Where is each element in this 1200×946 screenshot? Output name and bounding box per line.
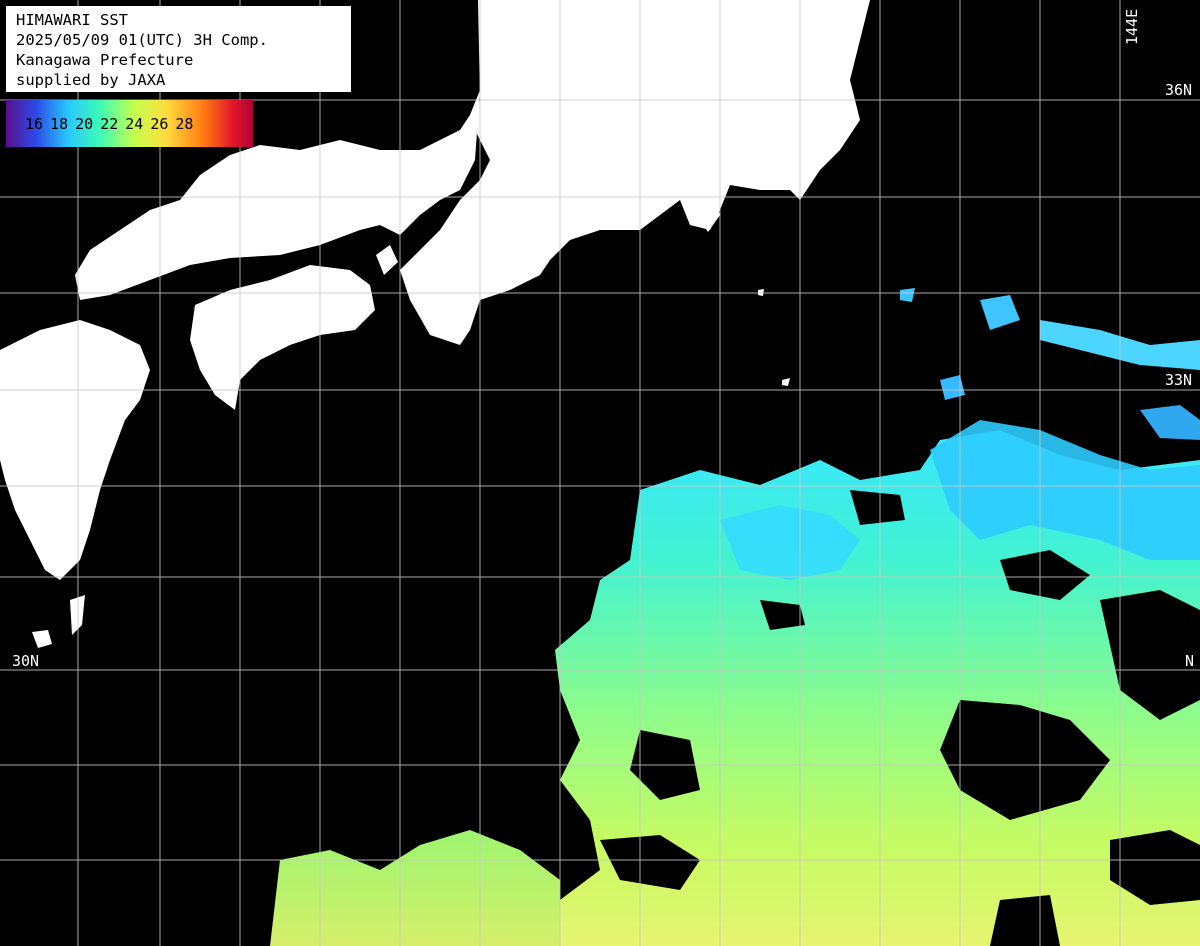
lat-label-30n-right: N <box>1185 652 1195 670</box>
lat-label-36n: 36N <box>1165 81 1193 99</box>
product-title: HIMAWARI SST <box>16 11 128 29</box>
lat-label-33n-right: 33N <box>1165 371 1193 389</box>
legend-tick-26: 26 <box>150 114 169 133</box>
lat-label-30n-left: 30N <box>12 652 40 670</box>
temperature-legend: 16 18 20 22 24 26 28 <box>6 100 253 147</box>
provider-prefecture: Kanagawa Prefecture <box>16 51 194 69</box>
lon-label-144e: 144E <box>1123 8 1141 45</box>
legend-tick-16: 16 <box>25 114 44 133</box>
observation-time: 2025/05/09 01(UTC) 3H Comp. <box>16 31 268 49</box>
legend-tick-20: 20 <box>75 114 94 133</box>
legend-tick-24: 24 <box>125 114 144 133</box>
legend-tick-28: 28 <box>175 114 194 133</box>
legend-tick-18: 18 <box>50 114 69 133</box>
lon-label-136e: 136E <box>483 8 501 45</box>
legend-tick-22: 22 <box>100 114 119 133</box>
data-supplier: supplied by JAXA <box>16 71 166 89</box>
lat-label-33-left: 33 <box>12 371 31 389</box>
legend-tick-labels: 16 18 20 22 24 26 28 <box>6 100 253 147</box>
header-info-box: HIMAWARI SST 2025/05/09 01(UTC) 3H Comp.… <box>6 6 351 92</box>
